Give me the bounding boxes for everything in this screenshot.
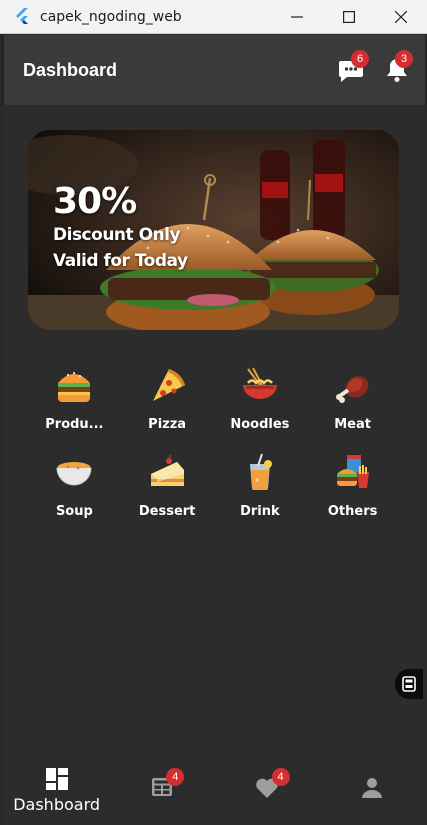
category-label: Others	[327, 504, 378, 519]
nav-orders[interactable]: 4	[109, 757, 214, 825]
favorites-badge: 4	[271, 768, 290, 786]
meat-icon	[333, 365, 373, 405]
category-label: Drink	[240, 504, 280, 519]
person-icon	[362, 778, 383, 798]
category-label: Noodles	[230, 417, 290, 432]
notification-button[interactable]: 3	[381, 50, 413, 86]
promo-banner[interactable]: 30% Discount Only Valid for Today	[28, 130, 399, 330]
maximize-button[interactable]	[323, 0, 375, 34]
flutter-logo-icon	[16, 7, 28, 24]
category-label: Dessert	[138, 504, 196, 519]
bottom-navigation: Dashboard 4 4	[4, 757, 425, 825]
calculator-icon	[402, 676, 416, 692]
promo-line-2: Valid for Today	[53, 251, 188, 271]
chat-badge: 6	[351, 50, 369, 68]
category-noodles[interactable]: Noodles	[214, 365, 307, 432]
promo-line-1: Discount Only	[53, 225, 181, 245]
promo-text: 30% Discount Only Valid for Today	[53, 182, 188, 274]
category-meat[interactable]: Meat	[306, 365, 399, 432]
notification-badge: 3	[395, 50, 413, 68]
category-dessert[interactable]: Dessert	[121, 452, 214, 519]
noodles-icon	[240, 365, 280, 405]
drink-icon	[240, 452, 280, 492]
category-label: Produ...	[45, 417, 104, 432]
category-label: Soup	[55, 504, 93, 519]
category-label: Pizza	[148, 417, 187, 432]
orders-badge: 4	[166, 768, 185, 786]
content-area: 30% Discount Only Valid for Today Produ.…	[4, 105, 425, 757]
chat-button[interactable]: 6	[335, 50, 369, 86]
maximize-icon	[343, 10, 355, 23]
nav-dashboard-label: Dashboard	[13, 795, 101, 814]
category-others[interactable]: Others	[306, 452, 399, 519]
page-title: Dashboard	[23, 59, 118, 80]
app-bar: Dashboard 6 3	[4, 35, 425, 105]
fastfood-icon	[333, 452, 373, 492]
minimize-button[interactable]	[271, 0, 323, 34]
dashboard-icon	[45, 768, 68, 790]
close-button[interactable]	[375, 0, 427, 34]
nav-favorites[interactable]: 4	[215, 757, 320, 825]
nav-profile[interactable]	[320, 757, 425, 825]
window-titlebar: capek_ngoding_web	[0, 0, 427, 34]
category-soup[interactable]: Soup	[28, 452, 121, 519]
side-panel-toggle[interactable]	[395, 669, 423, 699]
nav-dashboard[interactable]: Dashboard	[4, 757, 109, 825]
pizza-icon	[147, 365, 187, 405]
category-drink[interactable]: Drink	[214, 452, 307, 519]
burger-icon	[54, 365, 94, 405]
promo-discount: 30%	[53, 181, 137, 222]
category-label: Meat	[334, 417, 371, 432]
cake-icon	[147, 452, 187, 492]
window-title: capek_ngoding_web	[40, 8, 182, 25]
category-grid: Produ... Pizza Noodles Meat Soup Dessert…	[28, 365, 399, 519]
soup-icon	[54, 452, 94, 492]
minimize-icon	[291, 15, 303, 18]
category-pizza[interactable]: Pizza	[121, 365, 214, 432]
close-icon	[395, 10, 407, 23]
category-products[interactable]: Produ...	[28, 365, 121, 432]
